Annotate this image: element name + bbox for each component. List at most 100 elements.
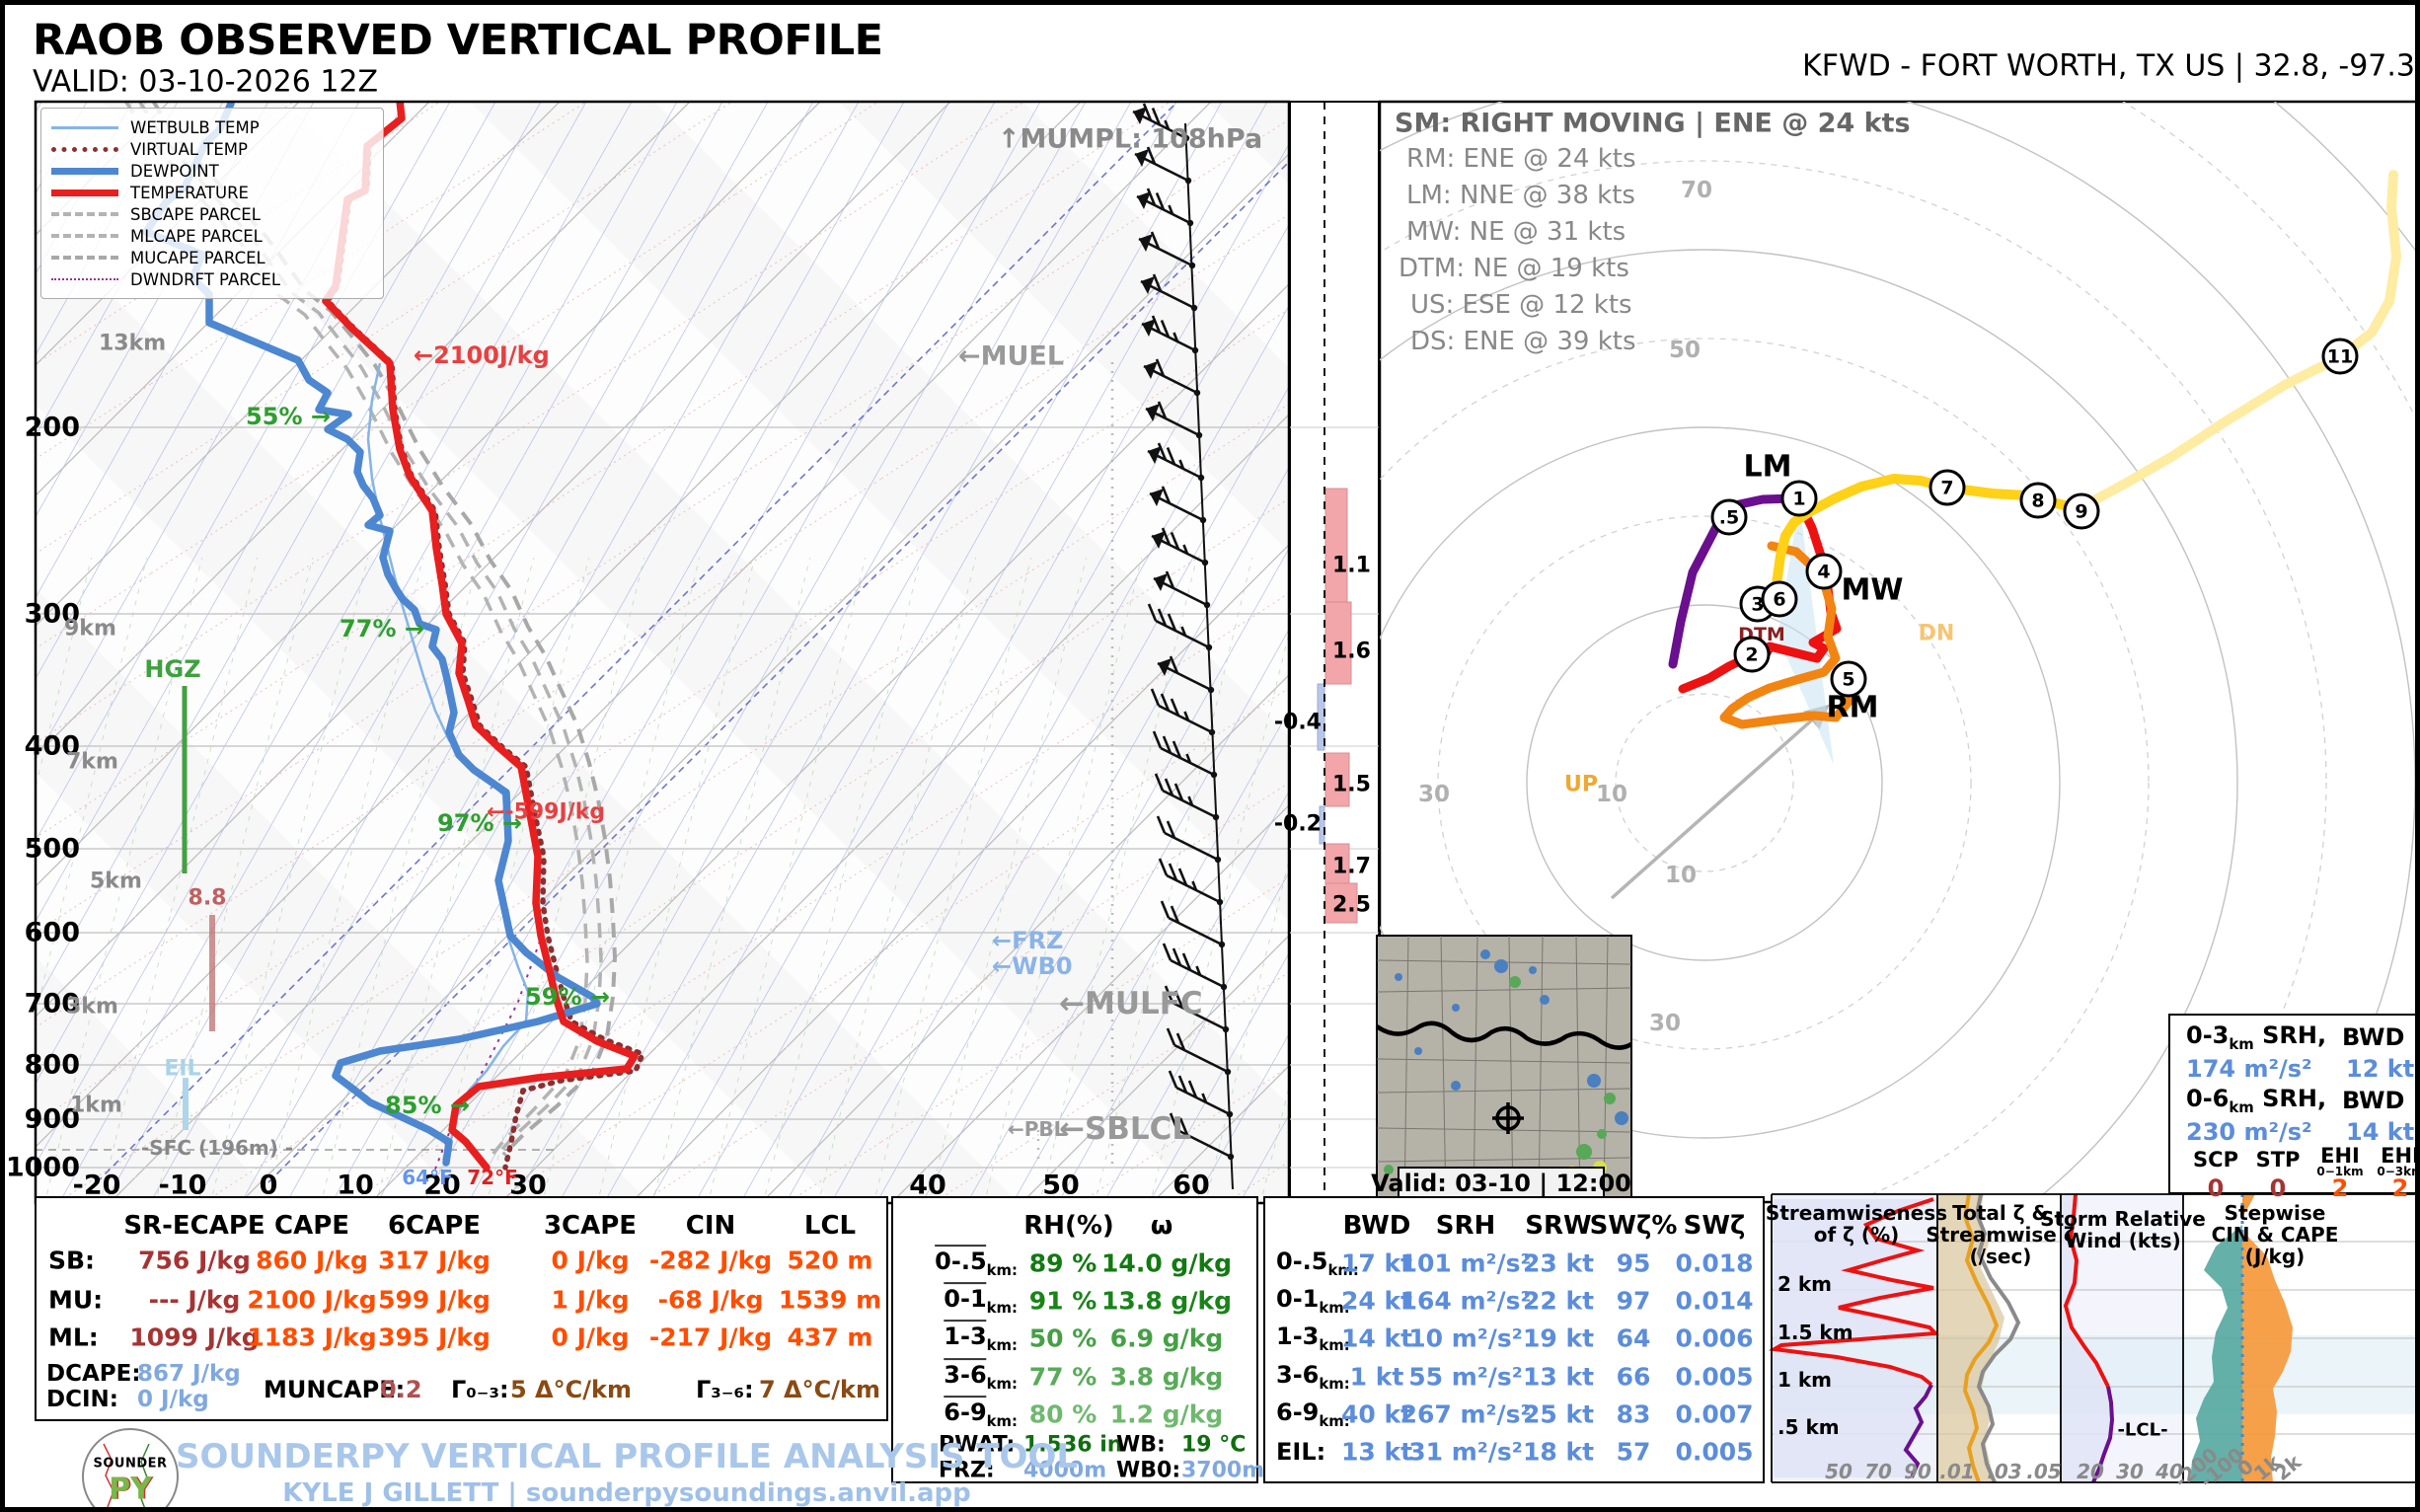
legend-label: DWNDRFT PARCEL	[130, 269, 281, 289]
srh-value: 267 m²/s²	[1399, 1399, 1532, 1429]
muncape-value: 0.2	[380, 1376, 422, 1403]
storm-motion-line: US: ESE @ 12 kts	[1410, 290, 1632, 320]
row-label: EIL:	[1276, 1438, 1325, 1466]
ring-label: 30	[1417, 782, 1451, 807]
row-label: 0-.5km:	[935, 1245, 1018, 1279]
bwd-header: BWD	[2342, 1023, 2405, 1051]
station-label: KFWD - FORT WORTH, TX US | 32.8, -97.3	[1802, 48, 2415, 84]
ml-cin: -217 J/kg	[648, 1323, 773, 1352]
srh-value: 31 m²/s²	[1408, 1437, 1523, 1467]
legend-item: SBCAPE PARCEL	[51, 203, 373, 225]
ml-3cape: 0 J/kg	[551, 1323, 630, 1352]
layer-range: 1-3	[944, 1320, 987, 1351]
mlcape-line-icon	[51, 234, 118, 238]
legend-label: MUCAPE PARCEL	[130, 248, 265, 267]
rh-value: 89 %	[1028, 1248, 1097, 1278]
axis-tick: .03	[1987, 1460, 2022, 1483]
wb0-value: 3700m	[1181, 1458, 1265, 1483]
hodo-marker: 4	[1805, 553, 1843, 590]
pbl-label: ←PBL	[1008, 1117, 1067, 1141]
lcl-marker-label: -LCL-	[2117, 1419, 2168, 1441]
pressure-tick: 800	[24, 1049, 80, 1081]
legend-item: DEWPOINT	[51, 160, 373, 182]
layer-sub: km:	[986, 1260, 1018, 1279]
wb-label: WB:	[1116, 1432, 1166, 1458]
lapse-0-3-label: Γ₀₋₃:	[451, 1376, 509, 1403]
valid-timestamp: VALID: 03-10-2026 12Z	[33, 64, 379, 100]
legend-label: DEWPOINT	[130, 161, 219, 181]
legend-label: WETBULB TEMP	[130, 117, 260, 137]
mu-6cape: 599 J/kg	[378, 1285, 491, 1315]
rh-value: 77 %	[1028, 1362, 1097, 1392]
lapse-3-6-value: 7 Δ°C/km	[759, 1376, 880, 1403]
col-header: 6CAPE	[387, 1211, 482, 1241]
panel-title: Storm Relative	[2040, 1207, 2206, 1231]
w-value: 14.0 g/kg	[1101, 1248, 1232, 1278]
axis-tick: 70	[1864, 1460, 1892, 1483]
row-label: 6-9km:	[1276, 1399, 1350, 1430]
dcape-value: 867 J/kg	[137, 1361, 241, 1387]
scp-header: SCP	[2193, 1148, 2238, 1172]
legend-label: TEMPERATURE	[130, 183, 249, 202]
srw-value: 19 kt	[1522, 1323, 1595, 1353]
mu-srecape: --- J/kg	[148, 1285, 241, 1315]
axis-tick: 20	[2077, 1460, 2104, 1483]
rh-value: 50 %	[1028, 1323, 1097, 1353]
swzeta-value: 0.005	[1675, 1362, 1754, 1392]
rh-annotation: 59% →	[525, 983, 610, 1011]
row-label: 6-9km:	[944, 1396, 1018, 1430]
hodo-marker: 6	[1761, 580, 1798, 618]
col-header: CIN	[685, 1211, 736, 1241]
rh-value: 80 %	[1028, 1399, 1097, 1429]
bwd-0-6-value: 14 kt	[2346, 1118, 2415, 1146]
legend-item: TEMPERATURE	[51, 182, 373, 203]
layer-range: 0-1	[1276, 1285, 1320, 1314]
hodo-marker: 9	[2063, 492, 2100, 530]
col-header: BWD	[1342, 1211, 1411, 1241]
rh-annotation: 77% →	[340, 615, 424, 643]
ml-lcl: 437 m	[787, 1323, 873, 1352]
storm-motion-line: DTM: NE @ 19 kts	[1399, 254, 1629, 283]
wb0-row-label: WB0:	[1116, 1458, 1181, 1483]
layer-range: 0-.5	[935, 1245, 987, 1276]
footer-credit: KYLE J GILLETT | sounderpysoundings.anvi…	[282, 1478, 971, 1508]
sbcape-line-icon	[51, 212, 118, 216]
layer-range: 6-9	[1276, 1399, 1320, 1427]
srh-value: 164 m²/s²	[1399, 1286, 1532, 1316]
pressure-tick: 500	[24, 833, 80, 865]
ring-label: 50	[1668, 338, 1702, 363]
scp-value: 0	[2207, 1174, 2225, 1202]
srh-range: 0-3	[2186, 1021, 2230, 1050]
row-label: 0-1km:	[944, 1282, 1018, 1317]
height-label: 1km	[70, 1093, 122, 1118]
omega-header: ω	[1150, 1211, 1173, 1241]
axis-tick: 30	[2116, 1460, 2144, 1483]
hail-param-label: 8.8	[188, 885, 227, 911]
wb-value: 19 °C	[1181, 1432, 1247, 1458]
col-header: SRH	[1435, 1211, 1496, 1241]
col-header: SRW	[1525, 1211, 1592, 1241]
swpct-value: 83	[1616, 1399, 1651, 1429]
bwd-value: 14 kt	[1340, 1323, 1413, 1353]
row-label: MU:	[48, 1285, 104, 1315]
col-header: SWζ%	[1589, 1211, 1678, 1241]
swpct-value: 64	[1616, 1323, 1651, 1353]
axis-tick: .05	[2026, 1460, 2062, 1483]
sblcl-label: ←SBLCL	[1059, 1111, 1192, 1147]
w-value: 13.8 g/kg	[1101, 1286, 1232, 1316]
ring-label: 30	[1648, 1011, 1682, 1036]
temperature-line-icon	[51, 189, 118, 196]
omega-value: 1.6	[1332, 639, 1371, 664]
lapse-0-3-value: 5 Δ°C/km	[510, 1376, 632, 1403]
srw-value: 23 kt	[1522, 1248, 1595, 1278]
wb0-label: ←WB0	[992, 952, 1073, 980]
legend-item: MUCAPE PARCEL	[51, 247, 373, 268]
height-label: 7km	[66, 749, 118, 775]
ml-6cape: 395 J/kg	[378, 1323, 491, 1352]
omega-value: -0.4	[1273, 710, 1322, 735]
mu-3cape: 1 J/kg	[551, 1285, 630, 1315]
radar-inset	[1375, 935, 1633, 1205]
height-label: 13km	[99, 331, 167, 356]
stp-header: STP	[2255, 1148, 2301, 1172]
omega-value: 2.5	[1332, 892, 1371, 918]
